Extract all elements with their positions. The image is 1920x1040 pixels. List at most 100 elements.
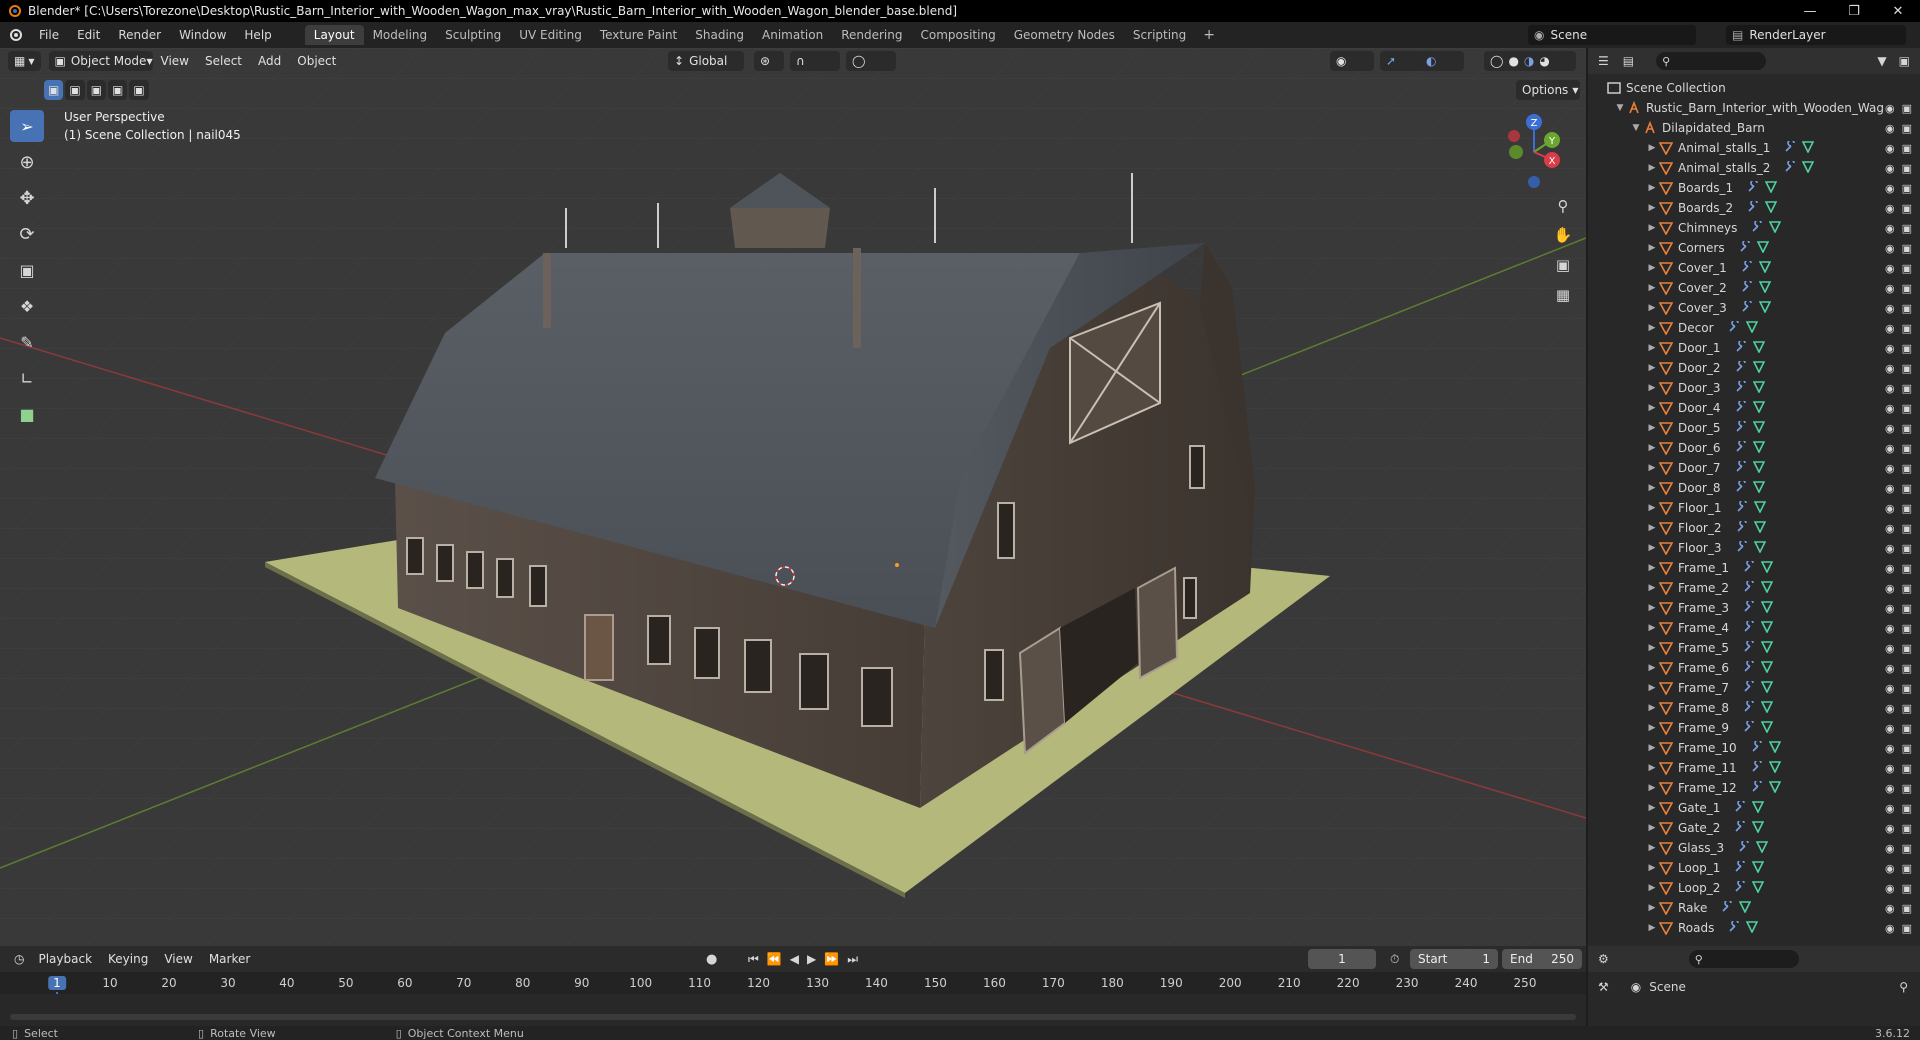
expand-arrow-icon[interactable]: ▶ bbox=[1646, 383, 1658, 393]
wrench-icon[interactable] bbox=[1747, 198, 1759, 216]
mesh-data-icon[interactable] bbox=[1760, 680, 1774, 696]
wrench-icon[interactable] bbox=[1743, 678, 1755, 696]
tab-texture-paint[interactable]: Texture Paint bbox=[591, 25, 686, 45]
outliner-item-row[interactable]: ▶ Frame_5 ◉ ▣ bbox=[1588, 638, 1920, 658]
outliner-item-row[interactable]: ▶ Frame_3 ◉ ▣ bbox=[1588, 598, 1920, 618]
collapse-arrow-icon[interactable]: ▼ bbox=[1614, 103, 1626, 113]
next-keyframe-icon[interactable]: ⏩ bbox=[824, 952, 839, 967]
outliner-item-row[interactable]: ▶ Cover_3 ◉ ▣ bbox=[1588, 298, 1920, 318]
eye-icon[interactable]: ◉ bbox=[1885, 322, 1895, 335]
camera-render-icon[interactable]: ▣ bbox=[1902, 622, 1912, 635]
camera-render-icon[interactable]: ▣ bbox=[1902, 142, 1912, 155]
expand-arrow-icon[interactable]: ▶ bbox=[1646, 403, 1658, 413]
camera-render-icon[interactable]: ▣ bbox=[1902, 722, 1912, 735]
wrench-icon[interactable] bbox=[1735, 438, 1747, 456]
mesh-data-icon[interactable] bbox=[1752, 800, 1765, 816]
stopwatch-icon[interactable]: ⏱ bbox=[1390, 952, 1399, 967]
expand-arrow-icon[interactable]: ▶ bbox=[1646, 183, 1658, 193]
eye-icon[interactable]: ◉ bbox=[1885, 162, 1895, 175]
wrench-icon[interactable] bbox=[1736, 498, 1748, 516]
editor-type-selector[interactable]: ▦ ▼ bbox=[8, 51, 41, 71]
wrench-icon[interactable] bbox=[1735, 358, 1747, 376]
expand-arrow-icon[interactable]: ▶ bbox=[1646, 703, 1658, 713]
select-intersect-icon[interactable]: ▣ bbox=[129, 80, 149, 100]
transform-tool[interactable]: ❖ bbox=[10, 290, 44, 322]
expand-arrow-icon[interactable]: ▶ bbox=[1646, 843, 1658, 853]
eye-icon[interactable]: ◉ bbox=[1885, 702, 1895, 715]
zoom-view-button[interactable]: ⚲ bbox=[1550, 193, 1576, 219]
outliner-item-row[interactable]: ▶ Chimneys ◉ ▣ bbox=[1588, 218, 1920, 238]
mesh-data-icon[interactable] bbox=[1802, 140, 1815, 156]
camera-render-icon[interactable]: ▣ bbox=[1902, 102, 1912, 115]
menu-select[interactable]: Select bbox=[197, 54, 250, 68]
wrench-icon[interactable] bbox=[1743, 578, 1755, 596]
outliner-item-row[interactable]: ▶ Frame_6 ◉ ▣ bbox=[1588, 658, 1920, 678]
expand-arrow-icon[interactable]: ▶ bbox=[1646, 423, 1658, 433]
tab-sculpting[interactable]: Sculpting bbox=[436, 25, 510, 45]
mesh-data-icon[interactable] bbox=[1752, 880, 1765, 896]
menu-render[interactable]: Render bbox=[109, 22, 170, 48]
select-extend-icon[interactable]: ▣ bbox=[65, 80, 85, 100]
outliner-item-row[interactable]: ▶ Corners ◉ ▣ bbox=[1588, 238, 1920, 258]
eye-icon[interactable]: ◉ bbox=[1885, 762, 1895, 775]
ortho-toggle-button[interactable]: ▦ bbox=[1550, 282, 1576, 308]
expand-arrow-icon[interactable]: ▶ bbox=[1646, 263, 1658, 273]
wrench-icon[interactable] bbox=[1736, 538, 1748, 556]
eye-icon[interactable]: ◉ bbox=[1885, 582, 1895, 595]
camera-render-icon[interactable]: ▣ bbox=[1902, 182, 1912, 195]
mesh-data-icon[interactable] bbox=[1756, 240, 1769, 256]
expand-arrow-icon[interactable]: ▶ bbox=[1646, 683, 1658, 693]
wrench-icon[interactable] bbox=[1735, 478, 1747, 496]
wrench-icon[interactable] bbox=[1736, 518, 1748, 536]
add-cube-tool[interactable]: ■ bbox=[10, 398, 44, 430]
camera-render-icon[interactable]: ▣ bbox=[1902, 902, 1912, 915]
camera-render-icon[interactable]: ▣ bbox=[1902, 322, 1912, 335]
camera-render-icon[interactable]: ▣ bbox=[1902, 662, 1912, 675]
restore-icon[interactable]: ❐ bbox=[1832, 0, 1876, 22]
expand-arrow-icon[interactable]: ▶ bbox=[1646, 543, 1658, 553]
eye-icon[interactable]: ◉ bbox=[1885, 282, 1895, 295]
mesh-data-icon[interactable] bbox=[1752, 380, 1765, 396]
camera-render-icon[interactable]: ▣ bbox=[1902, 542, 1912, 555]
wrench-icon[interactable] bbox=[1741, 278, 1753, 296]
camera-render-icon[interactable]: ▣ bbox=[1902, 602, 1912, 615]
eye-icon[interactable]: ◉ bbox=[1885, 742, 1895, 755]
tab-geometry-nodes[interactable]: Geometry Nodes bbox=[1005, 25, 1124, 45]
expand-arrow-icon[interactable]: ▶ bbox=[1646, 603, 1658, 613]
expand-arrow-icon[interactable]: ▶ bbox=[1646, 483, 1658, 493]
outliner-item-row[interactable]: ▶ Loop_1 ◉ ▣ bbox=[1588, 858, 1920, 878]
wrench-icon[interactable] bbox=[1751, 738, 1763, 756]
expand-arrow-icon[interactable]: ▶ bbox=[1646, 243, 1658, 253]
rotate-tool[interactable]: ⟳ bbox=[10, 218, 44, 250]
outliner-item-row[interactable]: ▶ Door_8 ◉ ▣ bbox=[1588, 478, 1920, 498]
tab-modeling[interactable]: Modeling bbox=[364, 25, 437, 45]
camera-render-icon[interactable]: ▣ bbox=[1902, 302, 1912, 315]
properties-search-input[interactable]: ⚲ bbox=[1688, 950, 1799, 968]
outliner-item-row[interactable]: ▶ Cover_1 ◉ ▣ bbox=[1588, 258, 1920, 278]
mesh-data-icon[interactable] bbox=[1760, 600, 1774, 616]
play-icon[interactable]: ▶ bbox=[807, 952, 816, 967]
outliner-item-row[interactable]: ▶ Decor ◉ ▣ bbox=[1588, 318, 1920, 338]
blender-menu-icon[interactable] bbox=[0, 22, 30, 48]
camera-render-icon[interactable]: ▣ bbox=[1902, 702, 1912, 715]
add-workspace-icon[interactable]: + bbox=[1195, 27, 1223, 43]
outliner-collection-row[interactable]: ▼ Rustic_Barn_Interior_with_Wooden_Wag ◉ ▣ bbox=[1588, 98, 1920, 118]
outliner-item-row[interactable]: ▶ Door_2 ◉ ▣ bbox=[1588, 358, 1920, 378]
visibility-toggle[interactable]: ◉ bbox=[1330, 51, 1374, 71]
expand-arrow-icon[interactable]: ▶ bbox=[1646, 303, 1658, 313]
camera-render-icon[interactable]: ▣ bbox=[1902, 122, 1912, 135]
select-new-icon[interactable]: ▣ bbox=[44, 80, 64, 100]
render-layer-selector[interactable]: ▤ RenderLayer bbox=[1726, 25, 1906, 45]
eye-icon[interactable]: ◉ bbox=[1885, 342, 1895, 355]
annotate-tool[interactable]: ✎ bbox=[10, 326, 44, 358]
wrench-icon[interactable] bbox=[1735, 458, 1747, 476]
timeline-scrollbar[interactable] bbox=[10, 1014, 1576, 1020]
viewport-scene[interactable] bbox=[0, 48, 1586, 946]
mesh-data-icon[interactable] bbox=[1758, 260, 1772, 276]
outliner-item-row[interactable]: ▶ Frame_11 ◉ ▣ bbox=[1588, 758, 1920, 778]
wrench-icon[interactable] bbox=[1738, 838, 1750, 856]
expand-arrow-icon[interactable]: ▶ bbox=[1646, 223, 1658, 233]
timeline-ruler[interactable]: 1 10 20 30 40 50 60 70 80 90 100 110 120 130 140 150 160… bbox=[0, 972, 1586, 1026]
eye-icon[interactable]: ◉ bbox=[1885, 142, 1895, 155]
wrench-icon[interactable] bbox=[1734, 858, 1746, 876]
